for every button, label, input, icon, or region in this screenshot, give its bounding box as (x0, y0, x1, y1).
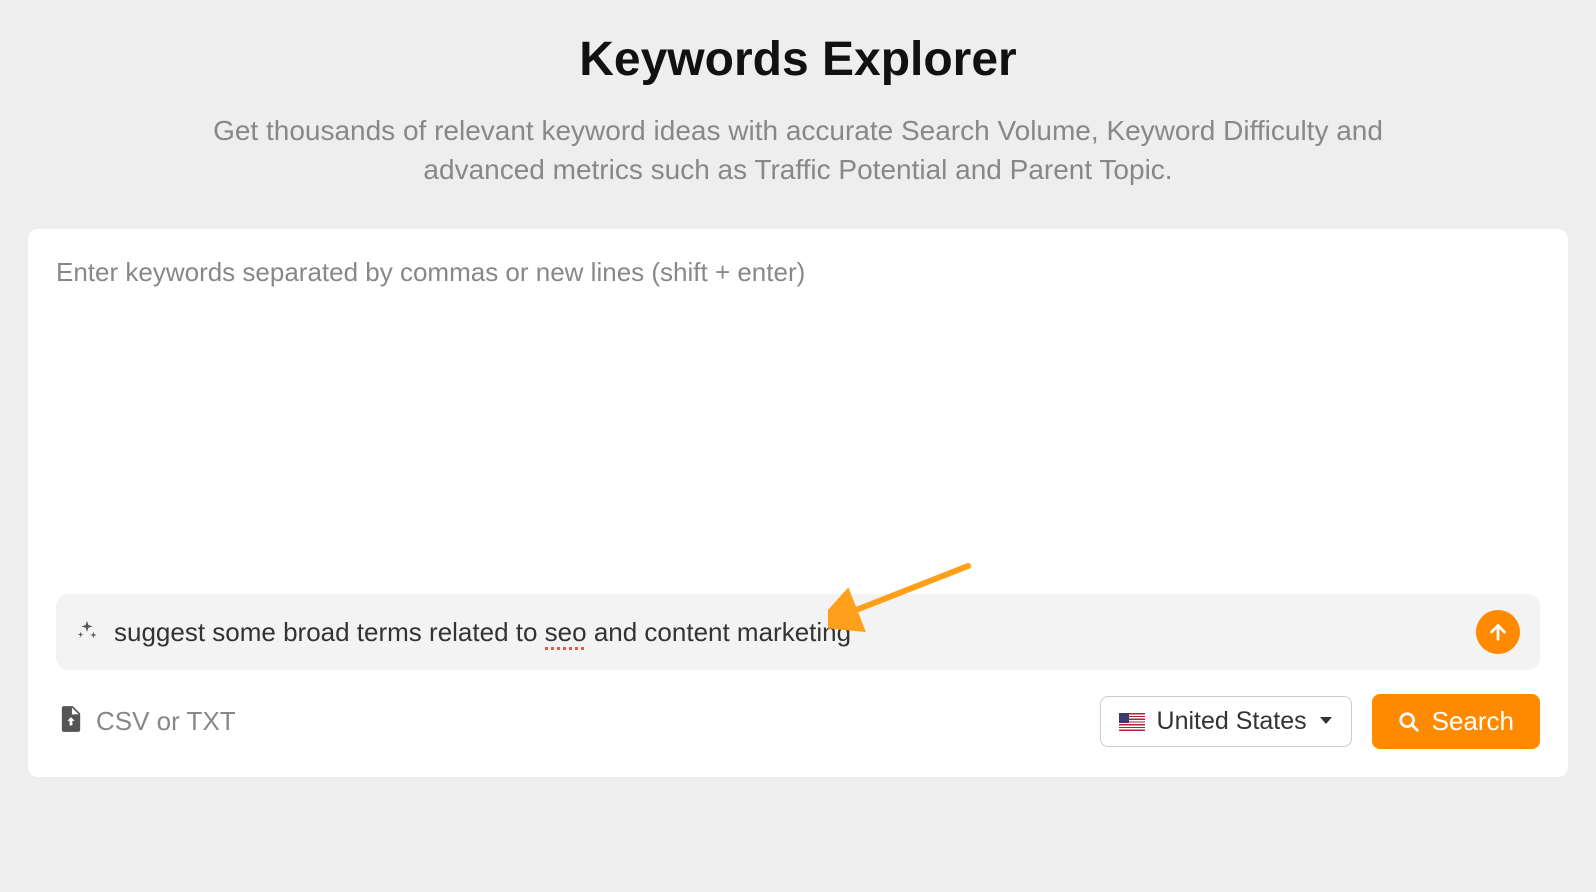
ai-suggest-bar[interactable]: suggest some broad terms related to seo … (56, 594, 1540, 670)
search-icon (1398, 711, 1420, 733)
page-title: Keywords Explorer (0, 32, 1596, 87)
upload-file-button[interactable]: CSV or TXT (60, 706, 236, 737)
us-flag-icon (1119, 713, 1145, 731)
file-upload-icon (60, 706, 82, 737)
page-subtitle: Get thousands of relevant keyword ideas … (198, 111, 1398, 189)
country-select[interactable]: United States (1100, 696, 1352, 747)
bottom-row: CSV or TXT United States Search (56, 694, 1540, 749)
ai-text-post: and content marketing (587, 617, 852, 647)
ai-suggest-text[interactable]: suggest some broad terms related to seo … (114, 617, 1460, 648)
keywords-input[interactable] (56, 257, 1540, 582)
ai-text-pre: suggest some broad terms related to (114, 617, 545, 647)
arrow-up-icon (1487, 621, 1509, 643)
page-header: Keywords Explorer Get thousands of relev… (0, 0, 1596, 229)
country-label: United States (1157, 707, 1307, 736)
ai-submit-button[interactable] (1476, 610, 1520, 654)
search-button[interactable]: Search (1372, 694, 1540, 749)
main-panel: suggest some broad terms related to seo … (28, 229, 1568, 777)
ai-text-spellcheck: seo (545, 617, 587, 647)
search-button-label: Search (1432, 706, 1514, 737)
upload-label: CSV or TXT (96, 706, 236, 737)
chevron-down-icon (1319, 713, 1333, 731)
right-controls: United States Search (1100, 694, 1540, 749)
sparkle-icon (76, 619, 98, 646)
